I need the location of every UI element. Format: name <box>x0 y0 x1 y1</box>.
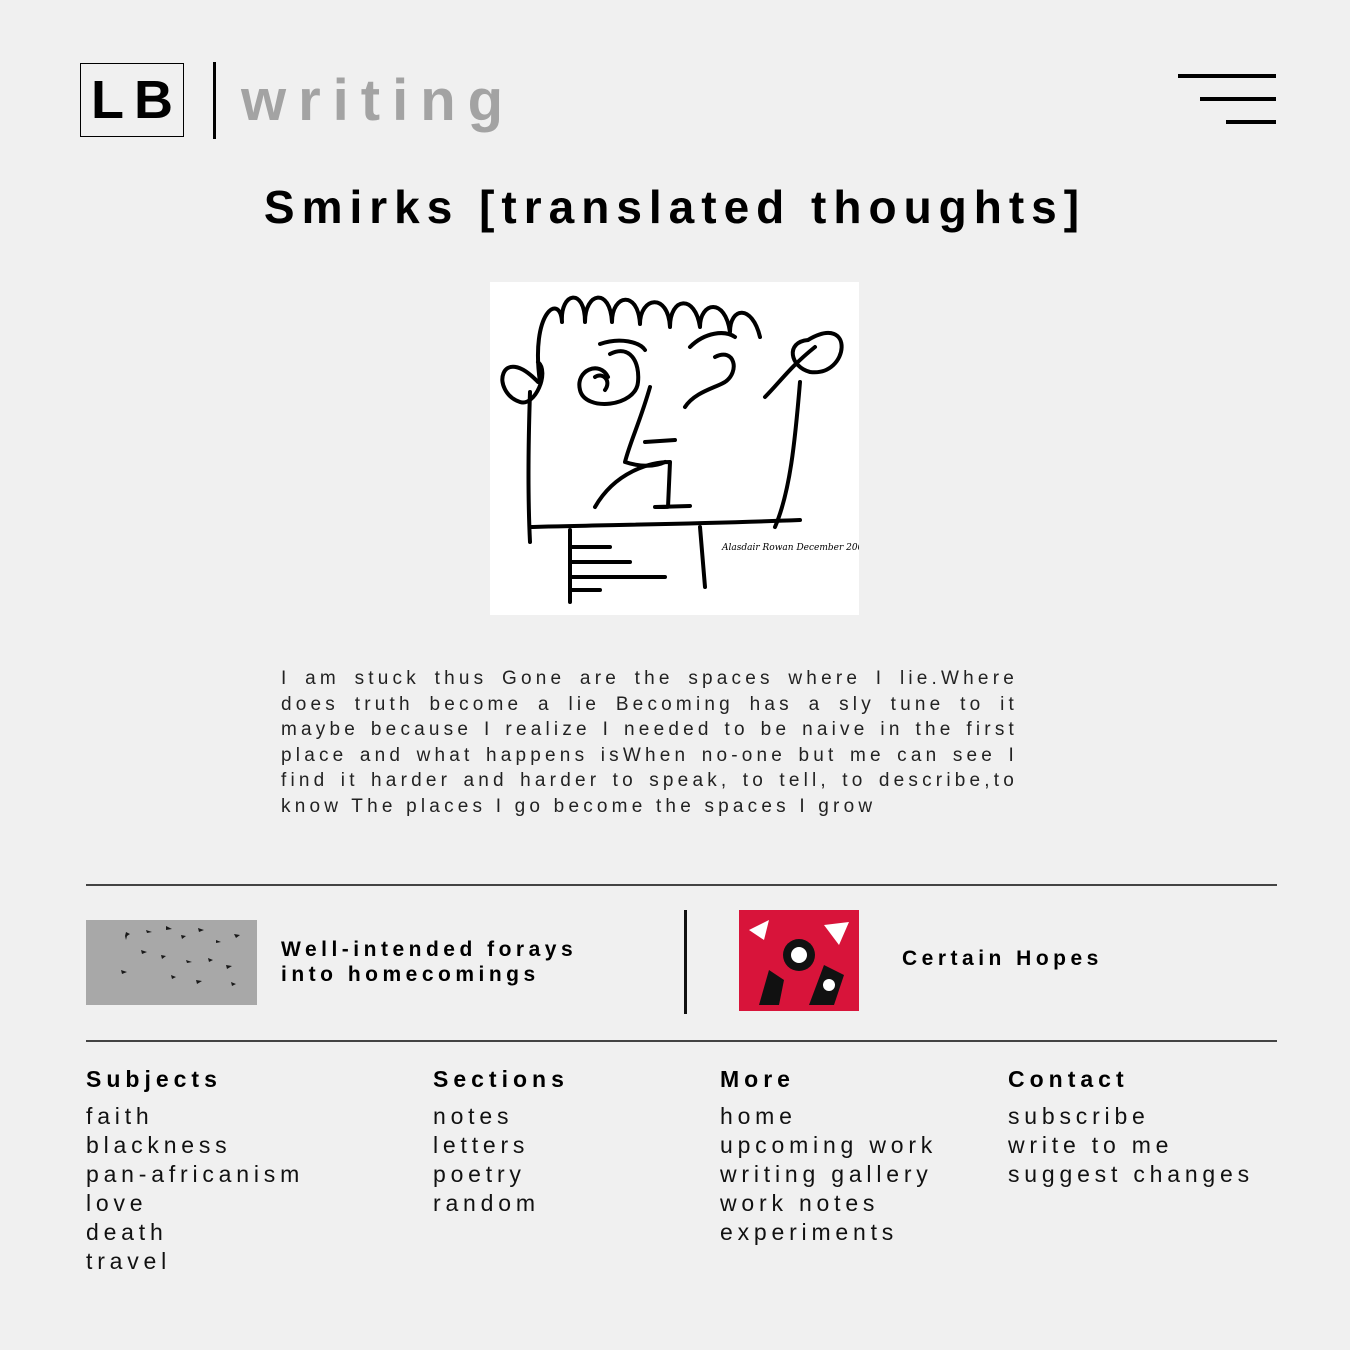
page-title: Smirks [translated thoughts] <box>263 181 1087 233</box>
footer-link[interactable]: subscribe <box>1008 1102 1254 1131</box>
footer-link[interactable]: poetry <box>433 1160 569 1189</box>
footer-link[interactable]: blackness <box>86 1131 304 1160</box>
footer-link[interactable]: faith <box>86 1102 304 1131</box>
hamburger-menu-icon[interactable] <box>1176 74 1276 128</box>
related-post-title[interactable]: Well-intended forays into homecomings <box>281 937 611 987</box>
footer-link[interactable]: pan-africanism <box>86 1160 304 1189</box>
footer-link[interactable]: home <box>720 1102 937 1131</box>
related-thumbnail-red-art[interactable] <box>739 910 859 1011</box>
footer-link[interactable]: suggest changes <box>1008 1160 1254 1189</box>
article-artwork: Alasdair Rowan December 2006 <box>490 282 869 615</box>
footer-link[interactable]: write to me <box>1008 1131 1254 1160</box>
artwork-signature: Alasdair Rowan December 2006 <box>721 543 859 553</box>
footer-link[interactable]: death <box>86 1218 304 1247</box>
footer-link[interactable]: work notes <box>720 1189 937 1218</box>
footer-heading: Subjects <box>86 1066 222 1092</box>
divider-bottom <box>86 1040 1277 1042</box>
section-name[interactable]: writing <box>241 66 515 136</box>
footer-heading: More <box>720 1066 795 1092</box>
related-post-title[interactable]: Certain Hopes <box>902 946 1162 971</box>
related-thumbnail-birds[interactable] <box>86 920 257 1005</box>
footer-heading: Sections <box>433 1066 569 1092</box>
footer-link[interactable]: upcoming work <box>720 1131 937 1160</box>
footer-subjects: Subjects faith blackness pan-africanism … <box>86 1066 304 1276</box>
footer-link[interactable]: notes <box>433 1102 569 1131</box>
logo-initials: LB <box>91 70 183 130</box>
footer-link[interactable]: travel <box>86 1247 304 1276</box>
footer-more: More home upcoming work writing gallery … <box>720 1066 937 1247</box>
footer-heading: Contact <box>1008 1066 1129 1092</box>
article-body: I am stuck thus Gone are the spaces wher… <box>281 668 1018 817</box>
logo-divider <box>213 62 216 139</box>
footer-link[interactable]: letters <box>433 1131 569 1160</box>
footer-contact: Contact subscribe write to me suggest ch… <box>1008 1066 1254 1189</box>
related-divider <box>684 910 687 1014</box>
footer-link[interactable]: experiments <box>720 1218 937 1247</box>
divider-top <box>86 884 1277 886</box>
footer-link[interactable]: writing gallery <box>720 1160 937 1189</box>
footer-link[interactable]: random <box>433 1189 569 1218</box>
footer-link[interactable]: love <box>86 1189 304 1218</box>
footer-sections: Sections notes letters poetry random <box>433 1066 569 1218</box>
site-logo[interactable]: LB <box>80 63 184 137</box>
